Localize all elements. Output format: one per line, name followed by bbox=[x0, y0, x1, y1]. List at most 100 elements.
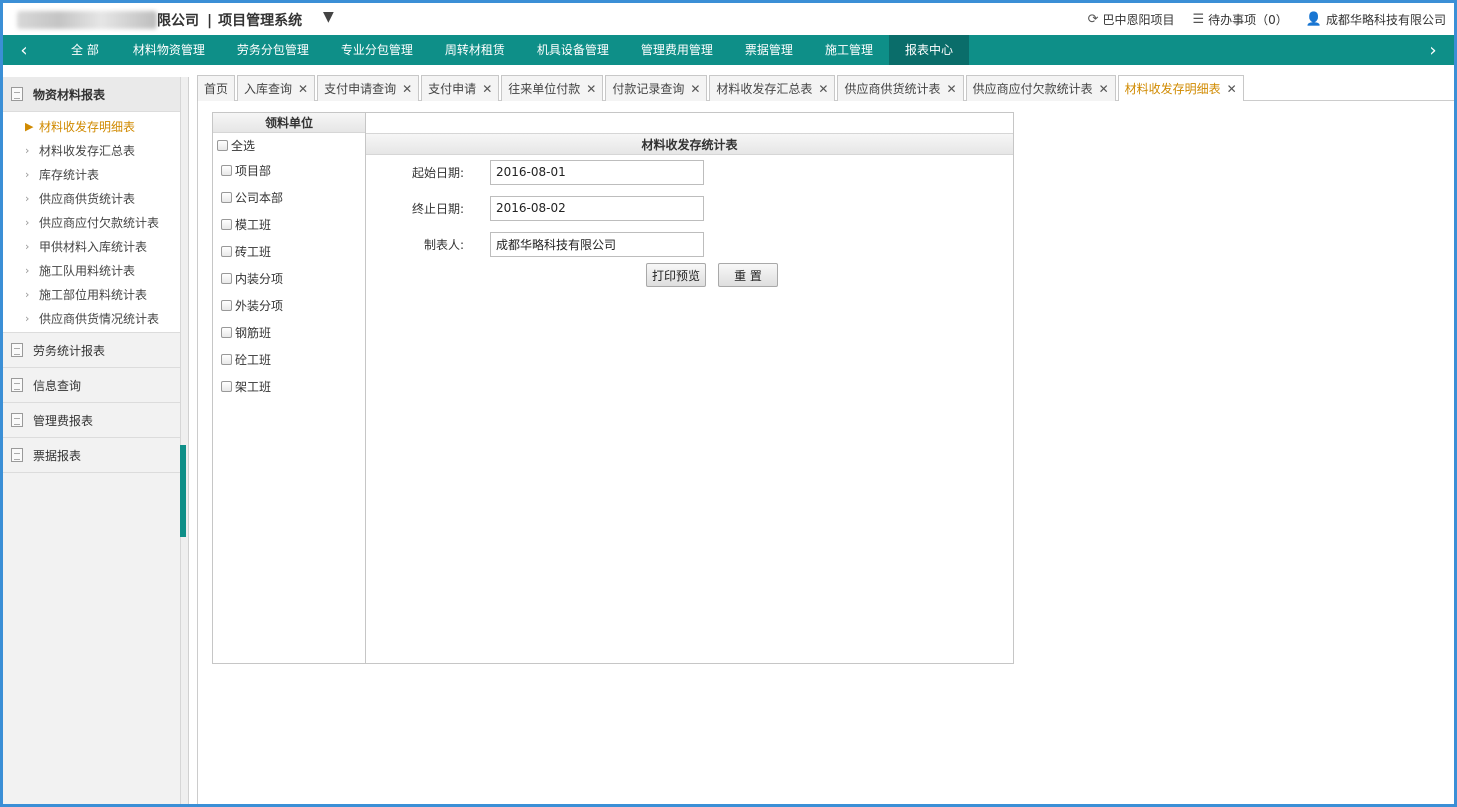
sidebar-item-label: 供应商应付欠款统计表 bbox=[39, 215, 160, 230]
checkbox[interactable] bbox=[217, 139, 228, 151]
checkbox[interactable] bbox=[221, 192, 232, 203]
tab-stock-in-query[interactable]: 入库查询 ✕ bbox=[237, 75, 316, 101]
sidebar-item-summary[interactable]: › 材料收发存汇总表 bbox=[3, 138, 180, 162]
close-icon[interactable]: ✕ bbox=[947, 82, 957, 96]
close-icon[interactable]: ✕ bbox=[1099, 82, 1109, 96]
checkbox[interactable] bbox=[221, 381, 232, 392]
sidebar-group-invoice-reports[interactable]: 票据报表 bbox=[3, 438, 180, 473]
sidebar-item-part-usage[interactable]: › 施工部位用料统计表 bbox=[3, 282, 180, 306]
chevron-right-icon: › bbox=[25, 239, 30, 253]
tab-label: 支付申请查询 bbox=[324, 82, 397, 96]
unit-label: 项目部 bbox=[235, 164, 272, 178]
close-icon[interactable]: ✕ bbox=[1227, 82, 1237, 96]
tab-partner-payment[interactable]: 往来单位付款 ✕ bbox=[501, 75, 604, 101]
unit-label: 内装分项 bbox=[235, 272, 284, 286]
maker-label: 制表人: bbox=[423, 237, 464, 252]
caret-right-icon: ▶ bbox=[25, 119, 34, 133]
sidebar-item-owner-supplied[interactable]: › 甲供材料入库统计表 bbox=[3, 234, 180, 258]
unit-item[interactable]: 内装分项 bbox=[213, 265, 365, 292]
sidebar-item-label: 供应商供货情况统计表 bbox=[39, 311, 160, 326]
nav-item-all[interactable]: 全 部 bbox=[45, 35, 117, 65]
tab-material-detail[interactable]: 材料收发存明细表 ✕ bbox=[1117, 75, 1244, 101]
header-actions: ⟳ 巴中恩阳项目 ☰ 待办事项（0） 👤 成都华略科技有限公司 bbox=[1088, 11, 1446, 28]
nav-item-equipment[interactable]: 机具设备管理 bbox=[521, 35, 625, 65]
start-date-input[interactable] bbox=[490, 159, 704, 185]
close-icon[interactable]: ✕ bbox=[586, 82, 596, 96]
tab-label: 材料收发存明细表 bbox=[1124, 82, 1221, 96]
close-icon[interactable]: ✕ bbox=[818, 82, 828, 96]
document-icon bbox=[11, 413, 23, 427]
unit-item[interactable]: 架工班 bbox=[213, 373, 365, 400]
sidebar-group-labor-reports[interactable]: 劳务统计报表 bbox=[3, 333, 180, 368]
sidebar-group-material-reports[interactable]: 物资材料报表 bbox=[3, 77, 180, 112]
tab-payment-records[interactable]: 付款记录查询 ✕ bbox=[605, 75, 708, 101]
close-icon[interactable]: ✕ bbox=[482, 82, 492, 96]
sidebar-item-detail[interactable]: ▶ 材料收发存明细表 bbox=[3, 114, 180, 138]
system-name: 项目管理系统 bbox=[218, 13, 303, 29]
checkbox[interactable] bbox=[221, 219, 232, 230]
nav-item-admin-fees[interactable]: 管理费用管理 bbox=[625, 35, 729, 65]
checkbox[interactable] bbox=[221, 300, 232, 311]
checkbox[interactable] bbox=[221, 246, 232, 257]
checkbox[interactable] bbox=[221, 273, 232, 284]
sidebar-item-stock[interactable]: › 库存统计表 bbox=[3, 162, 180, 186]
chevron-left-icon[interactable]: ‹ bbox=[3, 35, 45, 65]
tab-label: 供应商供货统计表 bbox=[844, 82, 941, 96]
nav-item-pro-subcontract[interactable]: 专业分包管理 bbox=[325, 35, 429, 65]
todo-link[interactable]: ☰ 待办事项（0） bbox=[1193, 11, 1288, 28]
unit-label: 砼工班 bbox=[235, 353, 272, 367]
sidebar-sub-list: ▶ 材料收发存明细表 › 材料收发存汇总表 › 库存统计表 › 供应商供货统计表 › 供应… bbox=[3, 112, 180, 333]
tab-material-summary[interactable]: 材料收发存汇总表 ✕ bbox=[709, 75, 836, 101]
tab-supplier-payable[interactable]: 供应商应付欠款统计表 ✕ bbox=[965, 75, 1116, 101]
tab-payment-request[interactable]: 支付申请 ✕ bbox=[421, 75, 500, 101]
tab-payment-request-query[interactable]: 支付申请查询 ✕ bbox=[317, 75, 420, 101]
splitter-handle[interactable] bbox=[180, 445, 186, 537]
close-icon[interactable]: ✕ bbox=[298, 82, 308, 96]
checkbox[interactable] bbox=[221, 354, 232, 365]
nav-item-construction[interactable]: 施工管理 bbox=[809, 35, 889, 65]
close-icon[interactable]: ✕ bbox=[402, 82, 412, 96]
unit-item[interactable]: 模工班 bbox=[213, 211, 365, 238]
close-icon[interactable]: ✕ bbox=[690, 82, 700, 96]
checkbox[interactable] bbox=[221, 327, 232, 338]
caret-down-icon[interactable]: ▼ bbox=[323, 9, 334, 25]
chevron-right-icon[interactable]: › bbox=[1412, 35, 1454, 65]
sidebar-item-label: 供应商供货统计表 bbox=[39, 191, 136, 206]
sidebar-item-supplier-supply[interactable]: › 供应商供货统计表 bbox=[3, 186, 180, 210]
sidebar-item-team-usage[interactable]: › 施工队用料统计表 bbox=[3, 258, 180, 282]
checkbox[interactable] bbox=[221, 165, 232, 176]
user-menu[interactable]: 👤 成都华略科技有限公司 bbox=[1306, 11, 1446, 28]
sidebar-group-admin-fee-reports[interactable]: 管理费报表 bbox=[3, 403, 180, 438]
tab-label: 往来单位付款 bbox=[508, 82, 581, 96]
switch-project-link[interactable]: ⟳ 巴中恩阳项目 bbox=[1088, 11, 1175, 28]
sidebar-group-info-query[interactable]: 信息查询 bbox=[3, 368, 180, 403]
reset-button[interactable]: 重 置 bbox=[718, 263, 778, 287]
document-icon bbox=[11, 87, 23, 101]
nav-item-materials[interactable]: 材料物资管理 bbox=[117, 35, 221, 65]
nav-item-reports[interactable]: 报表中心 bbox=[888, 35, 969, 65]
sidebar-item-label: 材料收发存汇总表 bbox=[39, 143, 136, 158]
tab-supplier-supply[interactable]: 供应商供货统计表 ✕ bbox=[837, 75, 964, 101]
unit-item[interactable]: 公司本部 bbox=[213, 184, 365, 211]
document-icon bbox=[11, 343, 23, 357]
unit-item[interactable]: 外装分项 bbox=[213, 292, 365, 319]
main-nav: ‹ 全 部 材料物资管理 劳务分包管理 专业分包管理 周转材租赁 机具设备管理 … bbox=[3, 35, 1454, 65]
sidebar-item-supplier-payable[interactable]: › 供应商应付欠款统计表 bbox=[3, 210, 180, 234]
end-date-input[interactable] bbox=[490, 195, 704, 221]
tab-home[interactable]: 首页 bbox=[197, 75, 236, 101]
unit-header: 领料单位 bbox=[213, 113, 365, 133]
nav-item-labor-subcontract[interactable]: 劳务分包管理 bbox=[221, 35, 325, 65]
unit-item[interactable]: 项目部 bbox=[213, 157, 365, 184]
nav-item-invoices[interactable]: 票据管理 bbox=[729, 35, 809, 65]
nav-item-rental[interactable]: 周转材租赁 bbox=[429, 35, 521, 65]
refresh-icon: ⟳ bbox=[1087, 12, 1099, 27]
sidebar-item-supplier-status[interactable]: › 供应商供货情况统计表 bbox=[3, 306, 180, 330]
sidebar-item-label: 施工队用料统计表 bbox=[39, 263, 136, 278]
print-preview-button[interactable]: 打印预览 bbox=[646, 263, 706, 287]
maker-input[interactable] bbox=[490, 231, 704, 257]
unit-select-all[interactable]: 全选 bbox=[213, 133, 365, 157]
unit-item[interactable]: 砼工班 bbox=[213, 346, 365, 373]
unit-item[interactable]: 钢筋班 bbox=[213, 319, 365, 346]
sidebar-splitter[interactable] bbox=[181, 77, 189, 804]
unit-item[interactable]: 砖工班 bbox=[213, 238, 365, 265]
